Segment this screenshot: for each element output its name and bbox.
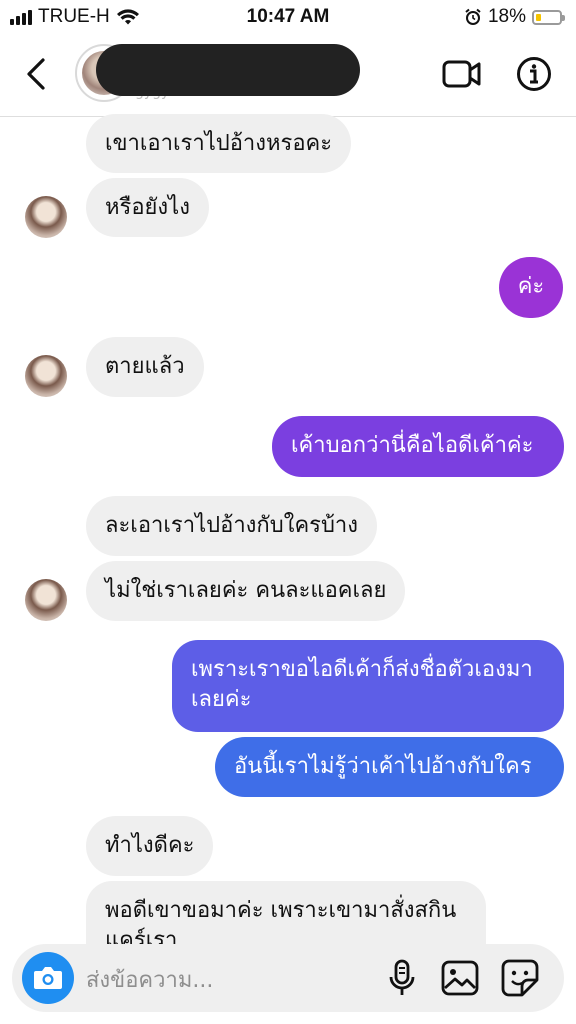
message-incoming[interactable]: ตายแล้ว bbox=[86, 337, 204, 397]
microphone-icon[interactable] bbox=[382, 958, 422, 998]
battery-icon bbox=[532, 9, 565, 25]
camera-icon bbox=[34, 967, 62, 989]
message-outgoing[interactable]: เค้าบอกว่านี่คือไอดีเค้าค่ะ bbox=[272, 416, 564, 477]
message-incoming[interactable]: ไม่ใช่เราเลยค่ะ คนละแอคเลย bbox=[86, 561, 406, 621]
info-icon[interactable] bbox=[514, 56, 554, 92]
back-arrow-icon[interactable] bbox=[22, 56, 52, 92]
sticker-icon[interactable] bbox=[500, 958, 540, 998]
message-incoming[interactable]: ทำไงดีคะ bbox=[86, 816, 214, 876]
status-right: 18% bbox=[464, 6, 565, 28]
alarm-icon bbox=[465, 8, 481, 25]
message-incoming[interactable]: หรือยังไง bbox=[86, 178, 209, 237]
gallery-icon[interactable] bbox=[440, 958, 480, 998]
video-call-icon[interactable] bbox=[442, 56, 482, 92]
camera-button[interactable] bbox=[22, 952, 74, 1004]
message-outgoing[interactable]: เพราะเราขอไอดีเค้าก็ส่งชื่อตัวเองมาเลยค่… bbox=[172, 640, 564, 732]
message-outgoing[interactable]: ค่ะ bbox=[499, 257, 563, 318]
message-input[interactable]: ส่งข้อความ... bbox=[86, 962, 213, 997]
message-incoming[interactable]: ละเอาเราไปอ้างกับใครบ้าง bbox=[86, 496, 378, 556]
sender-avatar[interactable] bbox=[25, 196, 67, 238]
sender-avatar[interactable] bbox=[25, 579, 67, 621]
message-incoming[interactable]: เขาเอาเราไปอ้างหรอคะ bbox=[86, 114, 352, 173]
redaction-bar bbox=[96, 44, 360, 96]
message-outgoing[interactable]: อันนี้เราไม่รู้ว่าเค้าไปอ้างกับใคร bbox=[215, 737, 564, 797]
status-bar: TRUE-H 10:47 AM 18% bbox=[0, 0, 576, 34]
sender-avatar[interactable] bbox=[25, 355, 67, 397]
message-composer: ส่งข้อความ... bbox=[12, 944, 564, 1012]
battery-percent: 18% bbox=[487, 6, 526, 27]
chat-header: gygyaraa bbox=[0, 34, 576, 117]
